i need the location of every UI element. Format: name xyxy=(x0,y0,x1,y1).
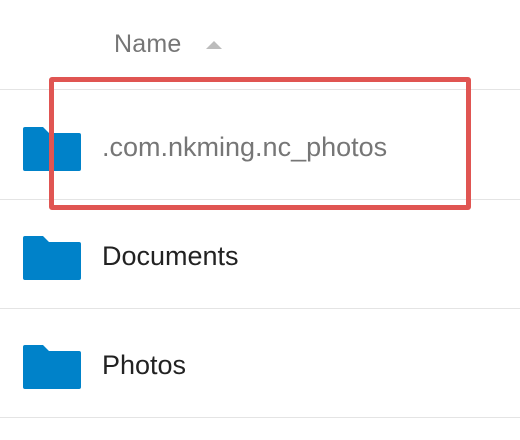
file-list: .com.nkming.nc_photos Documents Photos xyxy=(0,91,520,418)
sort-ascending-icon xyxy=(205,41,222,49)
file-name: Documents xyxy=(102,241,239,271)
folder-icon xyxy=(23,345,81,389)
name-column-label: Name xyxy=(114,29,182,58)
file-name: Photos xyxy=(102,350,187,380)
folder-icon xyxy=(23,236,81,280)
file-list-header: Name xyxy=(0,0,520,90)
file-name: .com.nkming.nc_photos xyxy=(102,132,388,162)
folder-icon xyxy=(23,127,81,171)
file-row-documents[interactable]: Documents xyxy=(0,200,520,309)
file-row-photos[interactable]: Photos xyxy=(0,309,520,418)
file-row-com-nkming-nc-photos[interactable]: .com.nkming.nc_photos xyxy=(0,91,520,200)
name-sort-header[interactable]: Name xyxy=(114,26,222,62)
